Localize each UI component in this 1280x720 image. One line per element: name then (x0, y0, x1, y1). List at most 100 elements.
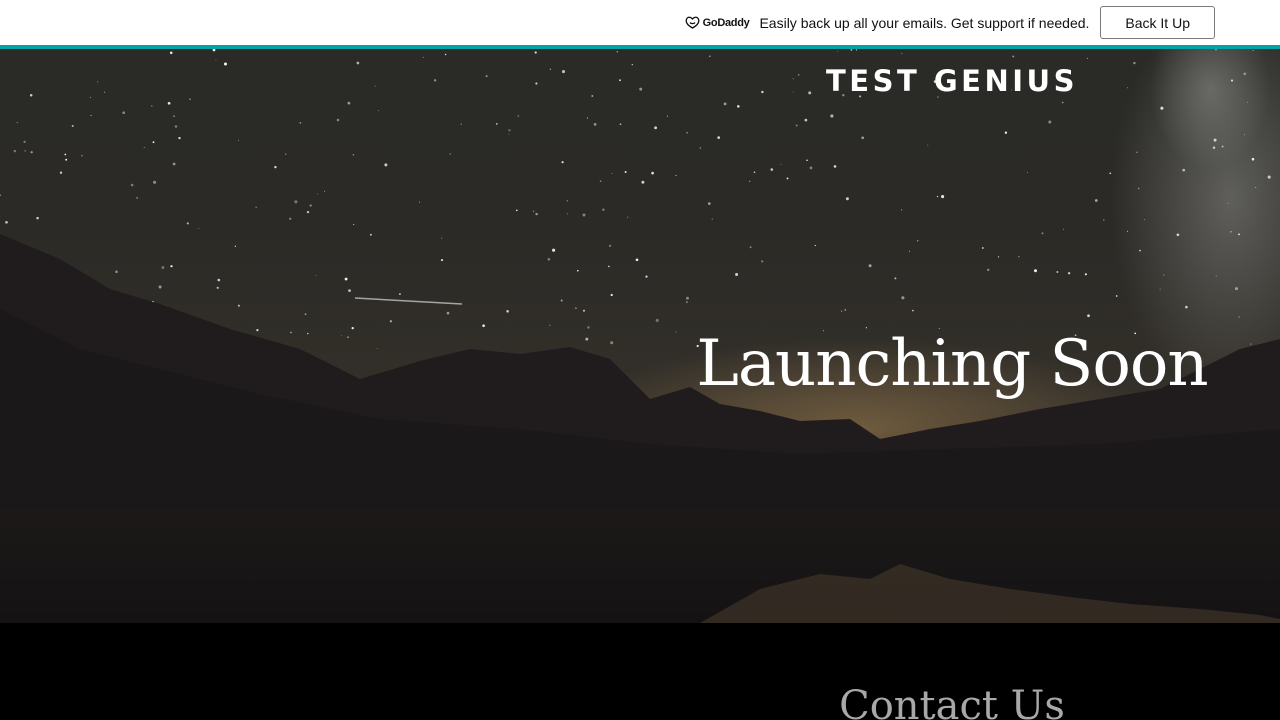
star (65, 158, 68, 161)
star (585, 337, 589, 341)
star (735, 273, 739, 276)
star (1238, 316, 1240, 318)
star (675, 174, 677, 177)
star (535, 212, 538, 216)
star (809, 166, 813, 170)
star (641, 180, 645, 184)
star (1012, 55, 1015, 58)
star (534, 51, 537, 54)
star (560, 299, 563, 302)
star (130, 183, 134, 187)
star (547, 257, 551, 261)
star (619, 79, 621, 82)
star (336, 118, 340, 122)
star (29, 94, 33, 97)
star (64, 153, 67, 156)
star (217, 278, 221, 282)
hero-section: TEST GENIUS Launching Soon (0, 49, 1280, 623)
star (1041, 232, 1044, 235)
star (717, 136, 721, 139)
star (16, 122, 18, 124)
star (549, 324, 551, 326)
star (602, 208, 605, 211)
star (1244, 134, 1246, 136)
star (178, 136, 181, 140)
star (916, 240, 919, 242)
star (1018, 256, 1020, 258)
star (1159, 288, 1161, 290)
star (1026, 172, 1028, 174)
star (582, 309, 586, 312)
back-it-up-button[interactable]: Back It Up (1100, 6, 1215, 39)
star (1056, 270, 1059, 274)
star (1176, 233, 1180, 237)
star (59, 171, 63, 174)
star (1137, 187, 1140, 190)
star (290, 331, 292, 334)
star (356, 61, 360, 65)
star (627, 216, 629, 218)
star (707, 202, 711, 205)
star (351, 326, 354, 330)
star (666, 115, 669, 117)
star (255, 206, 257, 209)
star (389, 320, 393, 323)
star (1213, 138, 1217, 142)
star (169, 51, 173, 55)
star (686, 296, 689, 300)
star (151, 105, 153, 107)
star (532, 210, 535, 213)
launching-soon-heading: Launching Soon (696, 327, 1208, 401)
star (610, 293, 613, 297)
star (1094, 199, 1098, 202)
star (1267, 175, 1271, 179)
star (170, 265, 173, 268)
star (1182, 168, 1186, 172)
star (654, 126, 658, 130)
star (369, 233, 372, 236)
star (237, 304, 240, 307)
star (198, 227, 200, 230)
star (844, 309, 846, 311)
star (299, 122, 302, 124)
star (1109, 172, 1112, 175)
star (941, 195, 945, 199)
star (508, 133, 510, 135)
star (709, 55, 711, 57)
star (901, 296, 905, 300)
star (256, 328, 259, 332)
star (384, 163, 388, 167)
star (274, 165, 277, 169)
star (340, 335, 342, 337)
star (549, 68, 551, 70)
star (837, 50, 839, 52)
star (593, 123, 597, 126)
star (1215, 275, 1217, 277)
star (587, 326, 590, 329)
star (1163, 274, 1165, 276)
star (517, 115, 520, 117)
star (307, 332, 309, 335)
star (1252, 49, 1254, 52)
star (586, 117, 589, 119)
star (576, 269, 579, 272)
star (840, 310, 843, 312)
star (561, 70, 566, 74)
star (1139, 249, 1141, 252)
star (1246, 101, 1249, 103)
contact-us-heading: Contact Us (839, 683, 1065, 720)
star (90, 114, 92, 117)
star (71, 125, 74, 127)
star (104, 91, 106, 93)
star (780, 163, 782, 165)
star (440, 259, 444, 262)
star (376, 348, 378, 350)
star (136, 197, 139, 199)
star (624, 171, 627, 173)
star (591, 95, 594, 97)
star (566, 213, 568, 215)
star (686, 131, 688, 134)
star (1212, 146, 1216, 150)
star (786, 177, 789, 180)
star (446, 311, 450, 315)
